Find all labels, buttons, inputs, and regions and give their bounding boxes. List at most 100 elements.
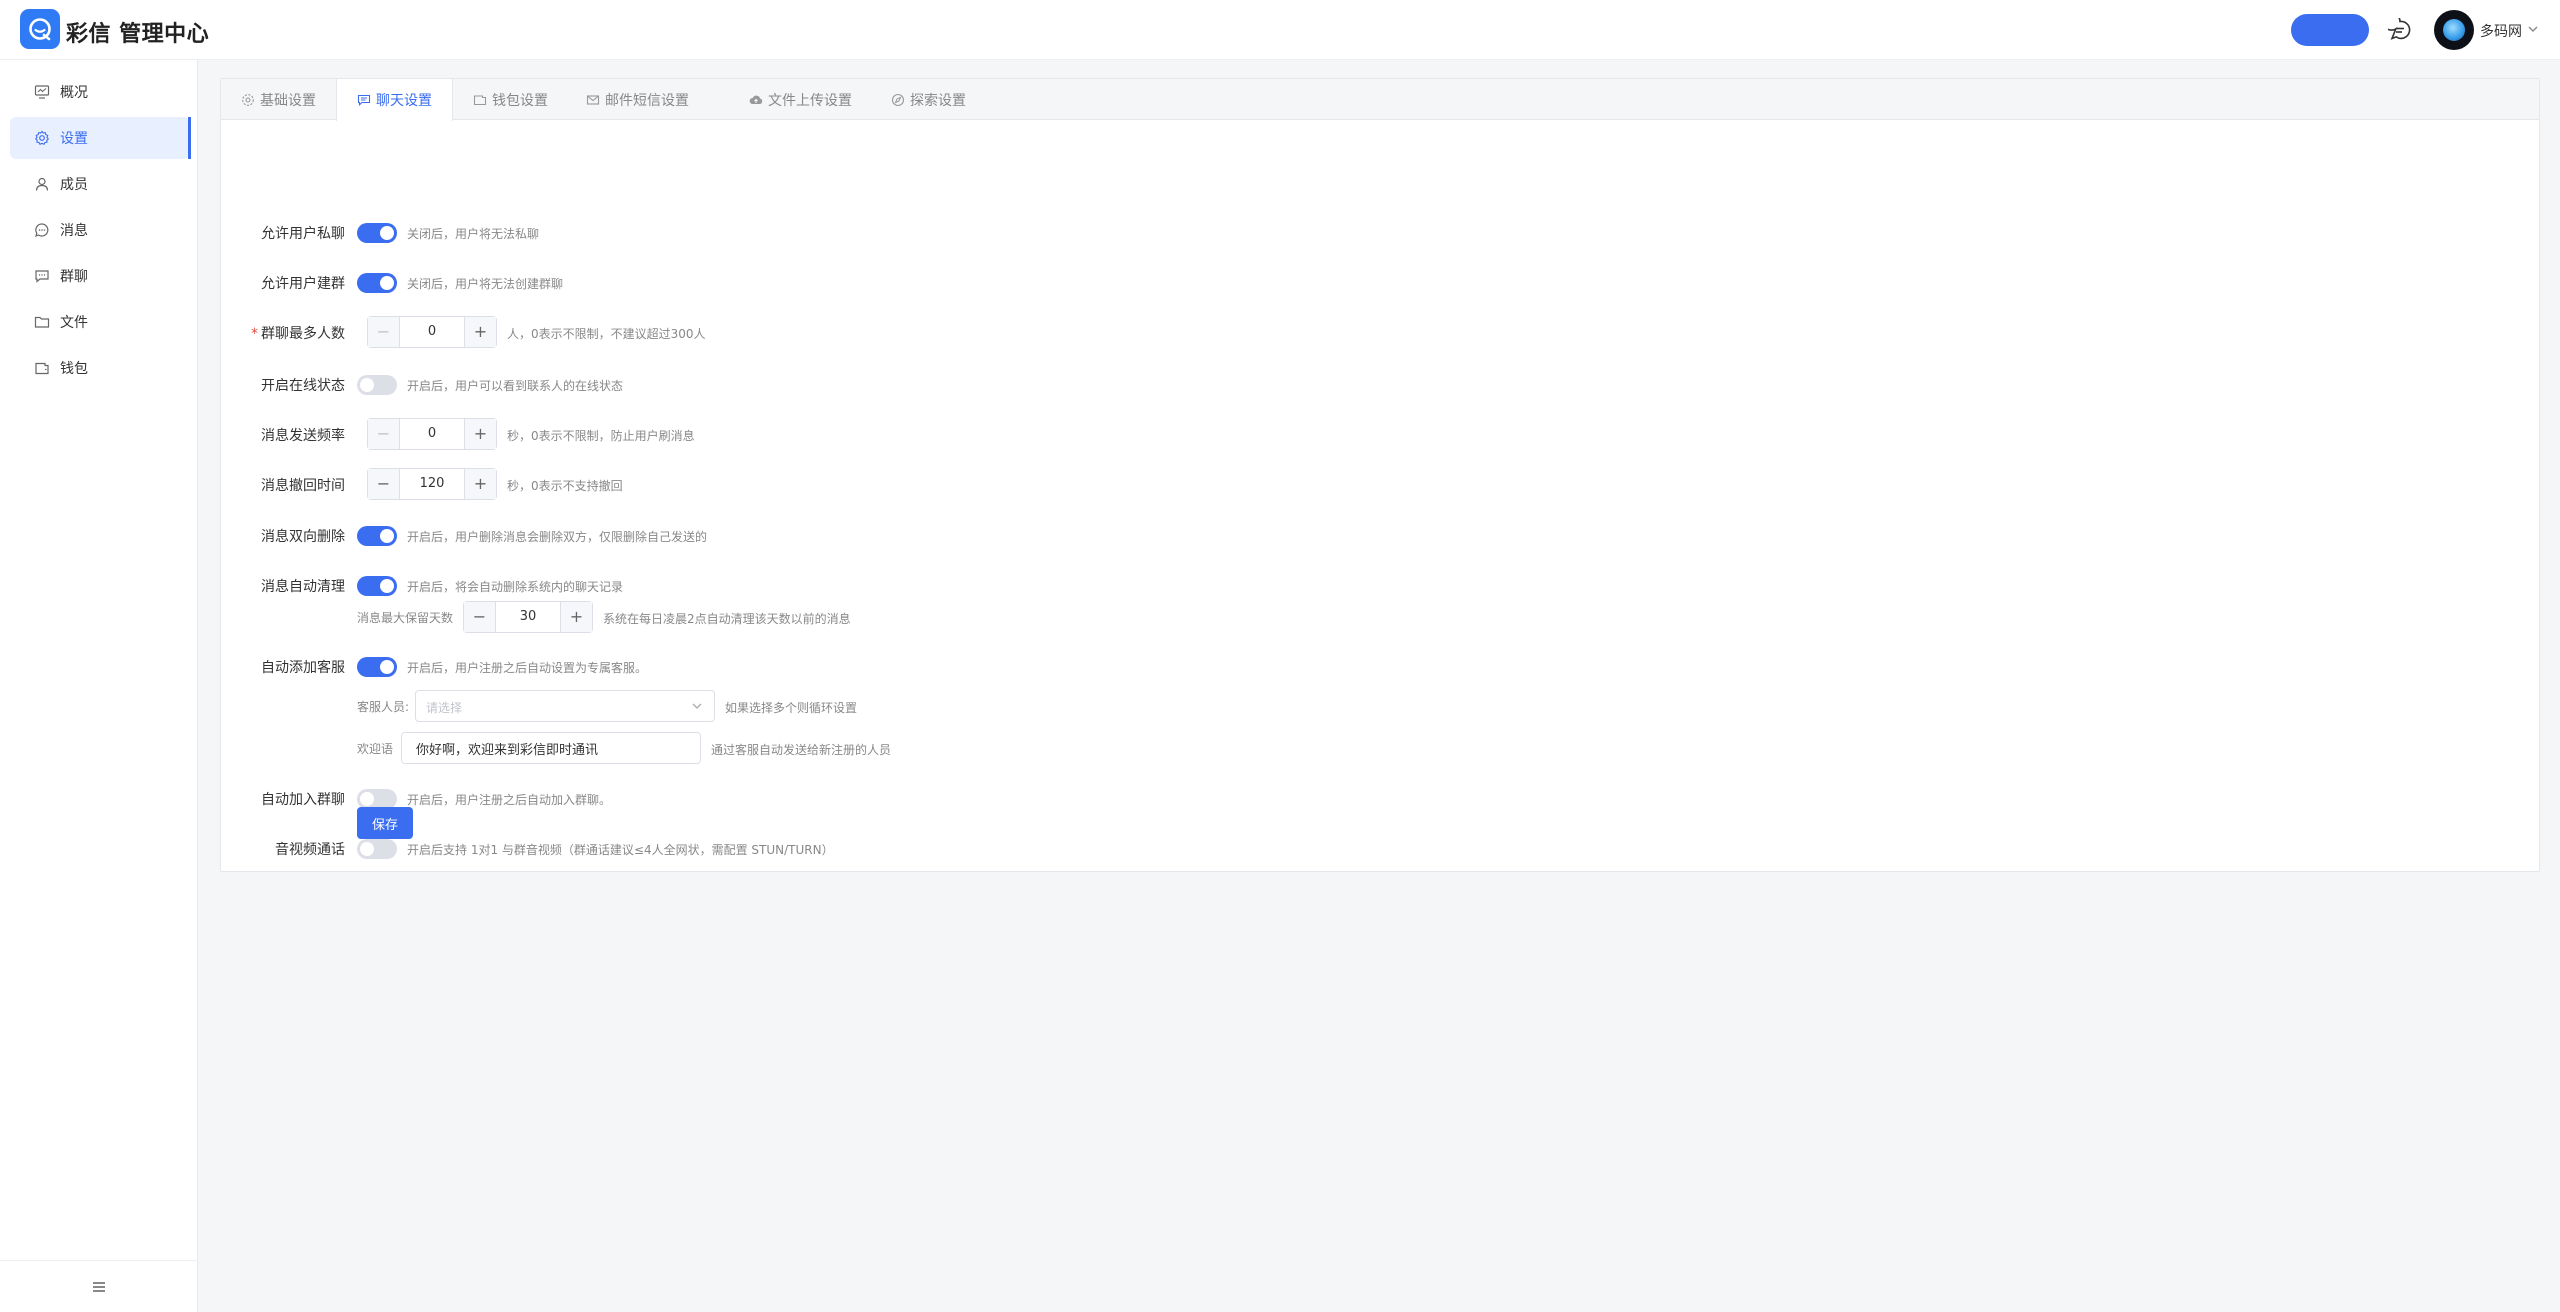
row-private-chat: 允许用户私聊 关闭后，用户将无法私聊 xyxy=(221,218,1421,248)
compass-icon xyxy=(891,93,905,107)
service-staff-label: 客服人员: xyxy=(357,700,410,714)
sidebar-item-label: 设置 xyxy=(60,131,88,147)
retention-days-stepper[interactable]: − 30 + xyxy=(463,601,593,633)
private-chat-label: 允许用户私聊 xyxy=(261,226,345,242)
sidebar-item-settings[interactable]: 设置 xyxy=(10,117,191,159)
send-rate-hint: 秒，0表示不限制，防止用户刷消息 xyxy=(507,429,695,443)
auto-clean-switch[interactable] xyxy=(357,576,397,596)
sidebar-item-members[interactable]: 成员 xyxy=(10,163,189,205)
av-call-label: 音视频通话 xyxy=(275,842,345,858)
send-rate-stepper[interactable]: − 0 + xyxy=(367,418,497,450)
two-way-delete-switch[interactable] xyxy=(357,526,397,546)
group-max-stepper[interactable]: − 0 + xyxy=(367,316,497,348)
sidebar-item-overview[interactable]: 概况 xyxy=(10,71,189,113)
service-staff-select[interactable]: 请选择 xyxy=(415,690,715,722)
send-rate-value[interactable]: 0 xyxy=(400,419,464,449)
sidebar-item-label: 成员 xyxy=(60,177,88,193)
group-max-label-text: 群聊最多人数 xyxy=(261,326,345,342)
sidebar-footer xyxy=(0,1260,198,1312)
tab-chat-settings[interactable]: 聊天设置 xyxy=(336,79,453,121)
av-call-hint: 开启后支持 1对1 与群音视频（群通话建议≤4人全网状，需配置 STUN/TUR… xyxy=(407,843,834,857)
recall-time-stepper[interactable]: − 120 + xyxy=(367,468,497,500)
row-group-max: * 群聊最多人数 − 0 + 人，0表示不限制，不建议超过300人 xyxy=(221,316,1421,350)
sidebar-item-messages[interactable]: 消息 xyxy=(10,209,189,251)
auto-service-hint: 开启后，用户注册之后自动设置为专属客服。 xyxy=(407,661,648,675)
two-way-delete-hint: 开启后，用户删除消息会删除双方，仅限删除自己发送的 xyxy=(407,530,708,544)
auto-join-group-switch[interactable] xyxy=(357,789,397,809)
monitor-icon xyxy=(34,84,50,100)
increment-button[interactable]: + xyxy=(464,469,496,499)
auto-join-group-label: 自动加入群聊 xyxy=(261,792,345,808)
greeting-label: 欢迎语 xyxy=(357,742,394,756)
decrement-button[interactable]: − xyxy=(368,317,400,347)
two-way-delete-label: 消息双向删除 xyxy=(261,529,345,545)
app-logo-icon xyxy=(20,9,60,49)
username[interactable]: 多码网 xyxy=(2480,21,2522,41)
online-status-switch[interactable] xyxy=(357,375,397,395)
group-chat-icon xyxy=(34,268,50,284)
group-max-value[interactable]: 0 xyxy=(400,317,464,347)
folder-icon xyxy=(34,314,50,330)
row-greeting: 欢迎语 通过客服自动发送给新注册的人员 xyxy=(221,732,1421,766)
sidebar-item-wallet[interactable]: 钱包 xyxy=(10,347,189,389)
auto-clean-label: 消息自动清理 xyxy=(261,579,345,595)
tab-mail-sms-settings[interactable]: 邮件短信设置 xyxy=(566,79,709,120)
row-online-status: 开启在线状态 开启后，用户可以看到联系人的在线状态 xyxy=(221,370,1421,400)
recall-time-hint: 秒，0表示不支持撤回 xyxy=(507,479,623,493)
av-call-switch[interactable] xyxy=(357,839,397,859)
mail-icon xyxy=(586,93,600,107)
row-send-rate: 消息发送频率 − 0 + 秒，0表示不限制，防止用户刷消息 xyxy=(221,418,1421,452)
tab-basic-settings[interactable]: 基础设置 xyxy=(221,79,336,120)
header-action-button[interactable] xyxy=(2291,14,2369,46)
group-max-hint: 人，0表示不限制，不建议超过300人 xyxy=(507,327,706,341)
sidebar: 概况 设置 成员 消息 群聊 文件 钱包 xyxy=(0,60,198,1312)
tab-label: 基础设置 xyxy=(260,92,316,109)
create-group-switch[interactable] xyxy=(357,273,397,293)
decrement-button[interactable]: − xyxy=(464,602,496,632)
save-button[interactable]: 保存 xyxy=(357,807,413,839)
row-two-way-delete: 消息双向删除 开启后，用户删除消息会删除双方，仅限删除自己发送的 xyxy=(221,521,1421,551)
tab-explore-settings[interactable]: 探索设置 xyxy=(871,79,986,120)
settings-tabs: 基础设置 聊天设置 钱包设置 邮件短信设置 文件上传设置 探索设置 xyxy=(221,79,2539,121)
tab-file-upload-settings[interactable]: 文件上传设置 xyxy=(729,79,872,120)
gear-icon xyxy=(34,130,50,146)
greeting-input[interactable] xyxy=(401,732,701,764)
chat-icon xyxy=(357,93,371,107)
tab-wallet-settings[interactable]: 钱包设置 xyxy=(453,79,568,120)
auto-clean-hint: 开启后，将会自动删除系统内的聊天记录 xyxy=(407,580,624,594)
app-title: 彩信 管理中心 xyxy=(66,22,210,47)
row-recall-time: 消息撤回时间 − 120 + 秒，0表示不支持撤回 xyxy=(221,468,1421,502)
private-chat-switch[interactable] xyxy=(357,223,397,243)
auto-join-group-hint: 开启后，用户注册之后自动加入群聊。 xyxy=(407,793,612,807)
cloud-upload-icon xyxy=(749,93,763,107)
chevron-down-icon[interactable] xyxy=(2527,23,2539,38)
send-rate-label: 消息发送频率 xyxy=(261,428,345,444)
auto-service-switch[interactable] xyxy=(357,657,397,677)
sidebar-item-files[interactable]: 文件 xyxy=(10,301,189,343)
sidebar-item-label: 概况 xyxy=(60,85,88,101)
tab-label: 文件上传设置 xyxy=(768,92,852,109)
decrement-button[interactable]: − xyxy=(368,419,400,449)
create-group-hint: 关闭后，用户将无法创建群聊 xyxy=(407,277,564,291)
sidebar-item-label: 群聊 xyxy=(60,269,88,285)
chevron-down-icon xyxy=(690,698,704,712)
sidebar-item-group-chat[interactable]: 群聊 xyxy=(10,255,189,297)
row-save: 保存 xyxy=(221,807,1421,839)
increment-button[interactable]: + xyxy=(464,317,496,347)
row-service-staff: 客服人员: 请选择 如果选择多个则循环设置 xyxy=(221,690,1421,724)
menu-collapse-icon[interactable] xyxy=(91,1279,107,1295)
wallet-icon xyxy=(473,93,487,107)
gear-icon xyxy=(241,93,255,107)
recall-time-value[interactable]: 120 xyxy=(400,469,464,499)
user-icon xyxy=(34,176,50,192)
row-create-group: 允许用户建群 关闭后，用户将无法创建群聊 xyxy=(221,268,1421,298)
message-icon[interactable] xyxy=(2382,12,2412,42)
row-auto-clean: 消息自动清理 开启后，将会自动删除系统内的聊天记录 xyxy=(221,571,1421,601)
increment-button[interactable]: + xyxy=(560,602,592,632)
increment-button[interactable]: + xyxy=(464,419,496,449)
retention-days-label: 消息最大保留天数 xyxy=(357,611,454,625)
retention-days-value[interactable]: 30 xyxy=(496,602,560,632)
decrement-button[interactable]: − xyxy=(368,469,400,499)
avatar[interactable] xyxy=(2434,10,2474,50)
chat-icon xyxy=(34,222,50,238)
